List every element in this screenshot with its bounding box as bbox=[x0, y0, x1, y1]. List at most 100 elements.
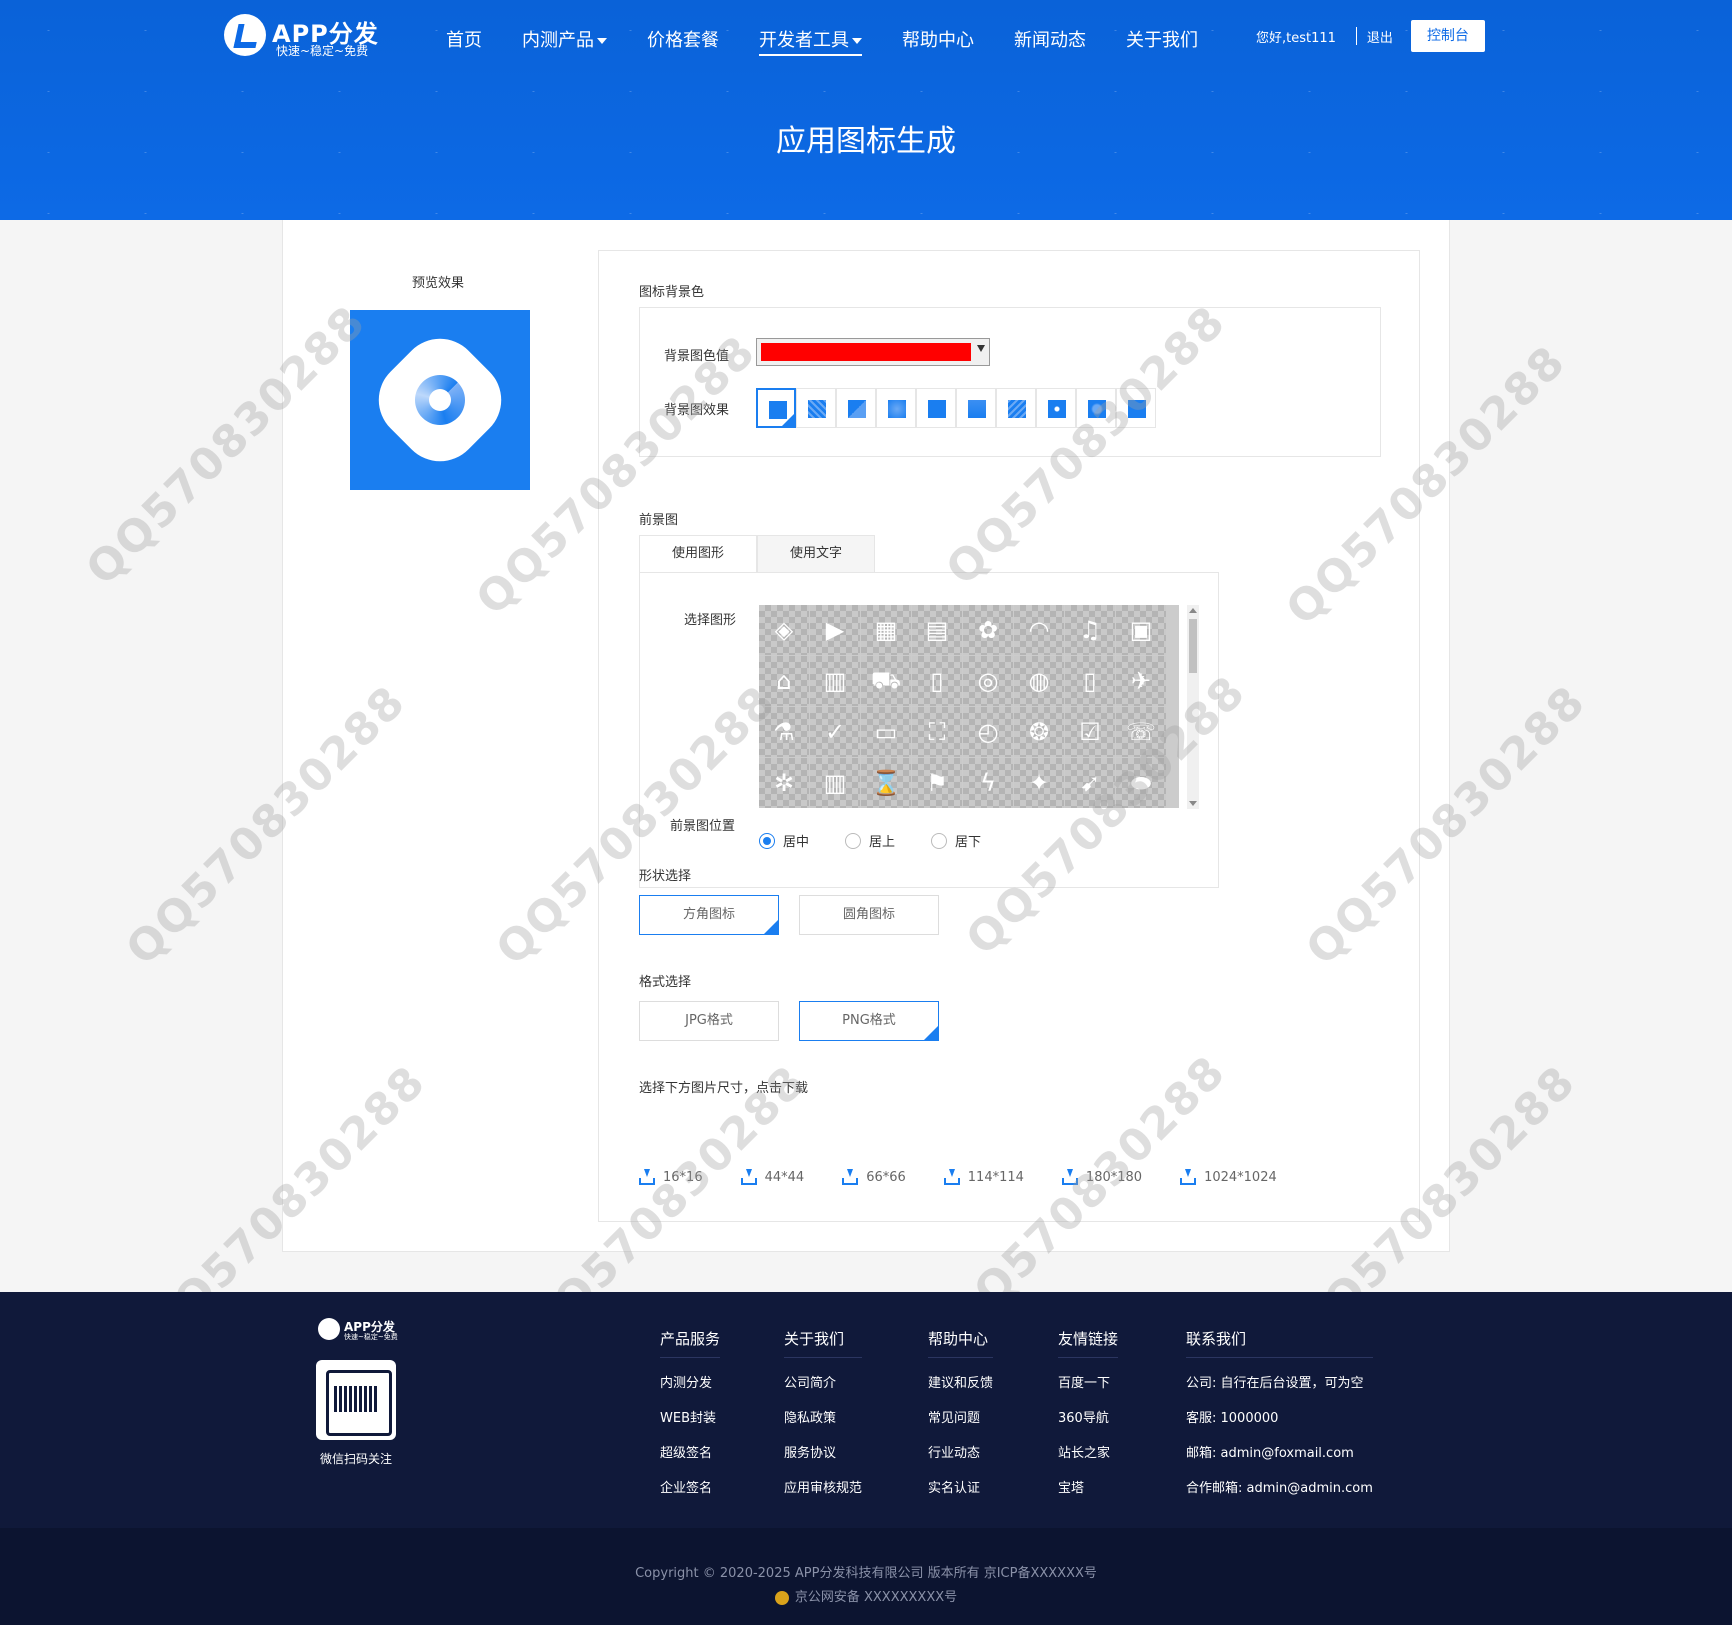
shape-option[interactable]: ✲ bbox=[759, 758, 809, 808]
shape-option[interactable]: ✈ bbox=[1116, 656, 1166, 706]
shape-option[interactable]: ⚑ bbox=[912, 758, 962, 808]
bg-effect-option[interactable] bbox=[756, 388, 796, 428]
download-size-link[interactable]: 44*44 bbox=[740, 1169, 804, 1185]
shape-option[interactable]: ♫ bbox=[1065, 605, 1115, 655]
shape-option[interactable]: ◈ bbox=[759, 605, 809, 655]
tab-1[interactable]: 使用文字 bbox=[757, 535, 875, 573]
footer-link: 公司: 自行在后台设置，可为空 bbox=[1186, 1376, 1364, 1391]
shape-glyph-icon: ❂ bbox=[1028, 718, 1050, 746]
footer-link: 客服: 1000000 bbox=[1186, 1411, 1279, 1426]
footer-link[interactable]: 宝塔 bbox=[1058, 1477, 1118, 1512]
shape-option[interactable]: ⚗ bbox=[759, 707, 809, 757]
footer-link[interactable]: 隐私政策 bbox=[784, 1407, 862, 1442]
scroll-thumb[interactable] bbox=[1189, 619, 1197, 673]
nav-item-label: 首页 bbox=[446, 30, 482, 51]
nav-item-1[interactable]: 内测产品 bbox=[522, 26, 607, 56]
shape-option[interactable]: ⌛ bbox=[861, 758, 911, 808]
shape-option[interactable]: ✦ bbox=[1014, 758, 1064, 808]
footer-logo[interactable]: APP分发 快速~稳定~免费 bbox=[318, 1318, 408, 1342]
shape-option[interactable]: ◎ bbox=[963, 656, 1013, 706]
bg-effect-option[interactable] bbox=[1116, 388, 1156, 428]
shape-option[interactable]: ❂ bbox=[1014, 707, 1064, 757]
shape-option[interactable]: ▭ bbox=[861, 707, 911, 757]
shape-option[interactable]: ◍ bbox=[1014, 656, 1064, 706]
scroll-down-icon[interactable] bbox=[1189, 801, 1197, 806]
fg-position-option[interactable]: 居中 bbox=[759, 831, 809, 850]
footer-link[interactable]: 百度一下 bbox=[1058, 1372, 1118, 1407]
shape-option[interactable]: ◴ bbox=[963, 707, 1013, 757]
download-icon bbox=[943, 1169, 960, 1185]
download-size-link[interactable]: 114*114 bbox=[943, 1169, 1024, 1185]
shape-option[interactable]: ▤ bbox=[912, 605, 962, 655]
footer-link[interactable]: 应用审核规范 bbox=[784, 1477, 862, 1512]
bg-effect-option[interactable] bbox=[836, 388, 876, 428]
shape-grid-scrollbar[interactable] bbox=[1187, 605, 1199, 809]
shape-option[interactable]: ▦ bbox=[861, 605, 911, 655]
shape-option[interactable]: ✓ bbox=[810, 707, 860, 757]
footer-link[interactable]: 建议和反馈 bbox=[928, 1372, 993, 1407]
bg-effect-option[interactable] bbox=[956, 388, 996, 428]
footer-link[interactable]: 内测分发 bbox=[660, 1372, 720, 1407]
tab-0[interactable]: 使用图形 bbox=[639, 535, 757, 573]
nav-item-2[interactable]: 价格套餐 bbox=[647, 26, 719, 56]
bg-effect-option[interactable] bbox=[916, 388, 956, 428]
logout-link[interactable]: 退出 bbox=[1367, 27, 1393, 46]
bg-effect-option[interactable] bbox=[1076, 388, 1116, 428]
shape-option[interactable]: ▯ bbox=[912, 656, 962, 706]
nav-item-6[interactable]: 关于我们 bbox=[1126, 26, 1198, 56]
download-size-label: 1024*1024 bbox=[1204, 1169, 1277, 1185]
footer-link[interactable]: 企业签名 bbox=[660, 1477, 720, 1512]
shape-option[interactable]: ϟ bbox=[963, 758, 1013, 808]
scroll-up-icon[interactable] bbox=[1189, 608, 1197, 613]
radio-label: 居中 bbox=[783, 835, 810, 850]
shape-option[interactable]: ◠ bbox=[1014, 605, 1064, 655]
nav-item-5[interactable]: 新闻动态 bbox=[1014, 26, 1086, 56]
download-size-list: 16*16 44*44 66*66 114*114 180*180 1024*1024 bbox=[639, 1169, 1315, 1185]
shape-option-0[interactable]: 方角图标 bbox=[639, 895, 779, 935]
shape-glyph-icon: ▥ bbox=[823, 667, 847, 695]
shape-option[interactable]: ▯ bbox=[1065, 656, 1115, 706]
bg-effect-option[interactable] bbox=[796, 388, 836, 428]
radio-dot bbox=[845, 832, 862, 849]
fg-position-option[interactable]: 居下 bbox=[931, 831, 981, 850]
shape-option[interactable]: ⌂ bbox=[759, 656, 809, 706]
fg-position-option[interactable]: 居上 bbox=[845, 831, 895, 850]
shape-option[interactable]: ⬬ bbox=[1116, 758, 1166, 808]
shape-option[interactable]: ☏ bbox=[1116, 707, 1166, 757]
footer-link[interactable]: WEB封装 bbox=[660, 1407, 720, 1442]
shape-option[interactable]: ⛟ bbox=[861, 656, 911, 706]
bg-effect-option[interactable] bbox=[996, 388, 1036, 428]
footer-link[interactable]: 站长之家 bbox=[1058, 1442, 1118, 1477]
shape-option[interactable]: ✿ bbox=[963, 605, 1013, 655]
format-option-0[interactable]: JPG格式 bbox=[639, 1001, 779, 1041]
shape-option[interactable]: ➹ bbox=[1065, 758, 1115, 808]
shape-option[interactable]: ▣ bbox=[1116, 605, 1166, 655]
shape-option[interactable]: ▶ bbox=[810, 605, 860, 655]
shape-option[interactable]: ☑ bbox=[1065, 707, 1115, 757]
footer-link[interactable]: 超级签名 bbox=[660, 1442, 720, 1477]
footer-link[interactable]: 常见问题 bbox=[928, 1407, 993, 1442]
format-option-1[interactable]: PNG格式 bbox=[799, 1001, 939, 1041]
nav-item-4[interactable]: 帮助中心 bbox=[902, 26, 974, 56]
download-size-link[interactable]: 1024*1024 bbox=[1180, 1169, 1277, 1185]
nav-item-3[interactable]: 开发者工具 bbox=[759, 26, 862, 56]
download-size-link[interactable]: 66*66 bbox=[842, 1169, 906, 1185]
download-size-link[interactable]: 180*180 bbox=[1061, 1169, 1142, 1185]
shape-option[interactable]: ▥ bbox=[810, 758, 860, 808]
bg-color-picker[interactable] bbox=[756, 338, 990, 366]
shape-option[interactable]: ⛶ bbox=[912, 707, 962, 757]
bg-effect-option[interactable] bbox=[876, 388, 916, 428]
police-record[interactable]: 京公网安备 XXXXXXXXX号 bbox=[0, 1586, 1732, 1605]
footer-link[interactable]: 行业动态 bbox=[928, 1442, 993, 1477]
download-size-link[interactable]: 16*16 bbox=[639, 1169, 703, 1185]
shape-option[interactable]: ▥ bbox=[810, 656, 860, 706]
site-logo[interactable]: APP分发 快速~稳定~免费 bbox=[224, 14, 384, 58]
footer-link[interactable]: 公司简介 bbox=[784, 1372, 862, 1407]
console-button[interactable]: 控制台 bbox=[1410, 20, 1485, 52]
shape-option-1[interactable]: 圆角图标 bbox=[799, 895, 939, 935]
footer-link[interactable]: 360导航 bbox=[1058, 1407, 1118, 1442]
footer-link[interactable]: 服务协议 bbox=[784, 1442, 862, 1477]
nav-item-0[interactable]: 首页 bbox=[446, 26, 482, 56]
bg-effect-option[interactable] bbox=[1036, 388, 1076, 428]
footer-link[interactable]: 实名认证 bbox=[928, 1477, 993, 1512]
